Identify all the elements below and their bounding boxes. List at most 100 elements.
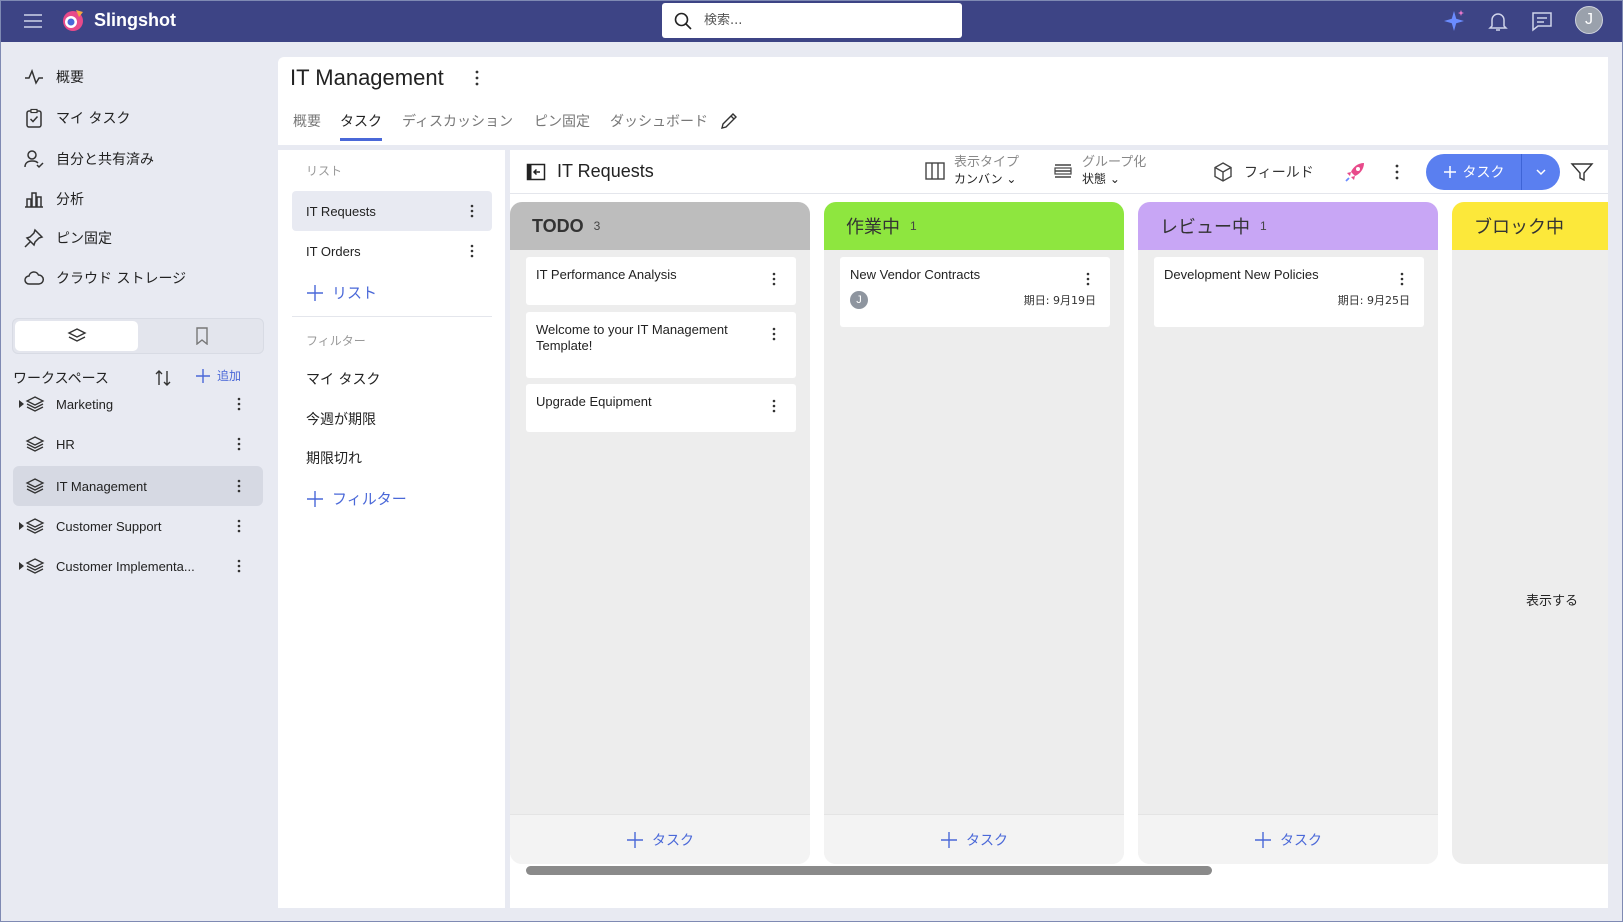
user-avatar[interactable]: J — [1575, 6, 1603, 34]
hamburger-menu-icon[interactable] — [22, 10, 44, 32]
search-input[interactable] — [704, 13, 924, 28]
plus-icon — [307, 490, 323, 507]
filter-item-overdue[interactable]: 期限切れ — [306, 448, 362, 468]
column-name: TODO — [532, 215, 584, 236]
divider — [292, 316, 492, 317]
more-vertical-icon[interactable] — [1388, 163, 1406, 181]
edit-pencil-icon[interactable] — [720, 112, 738, 130]
workspace-item-it-management[interactable]: IT Management — [13, 466, 263, 506]
top-bar: Slingshot J — [0, 0, 1623, 42]
workspace-layers-icon — [25, 558, 45, 574]
list-item-it-requests[interactable]: IT Requests — [292, 191, 492, 231]
tab-pinned[interactable]: ピン固定 — [534, 111, 590, 141]
more-vertical-icon[interactable] — [766, 326, 782, 342]
more-vertical-icon[interactable] — [231, 518, 247, 534]
add-filter-button[interactable]: フィルター — [306, 488, 407, 509]
nav-item-analytics[interactable]: 分析 — [24, 187, 84, 211]
filters-heading: フィルター — [306, 334, 366, 348]
group-rows-icon — [1054, 164, 1072, 178]
task-title: New Vendor Contracts — [850, 267, 981, 282]
rocket-icon[interactable] — [1342, 159, 1368, 185]
lists-heading: リスト — [306, 164, 343, 178]
filter-item-due-this-week[interactable]: 今週が期限 — [306, 409, 376, 429]
fields-button[interactable]: フィールド — [1212, 161, 1314, 183]
nav-label: ピン固定 — [56, 231, 112, 247]
assignee-avatar[interactable]: J — [850, 291, 868, 309]
nav-item-shared-with-me[interactable]: 自分と共有済み — [24, 147, 154, 171]
task-card[interactable]: New Vendor Contracts J 期日: 9月19日 — [840, 257, 1110, 327]
empty-column-message: 表示する — [1526, 594, 1579, 609]
column-add-task-label: タスク — [652, 832, 694, 849]
add-list-button[interactable]: リスト — [306, 282, 377, 303]
more-vertical-icon[interactable] — [231, 436, 247, 452]
column-header: TODO 3 — [510, 202, 810, 250]
more-vertical-icon[interactable] — [464, 243, 480, 259]
tab-overview[interactable]: 概要 — [293, 111, 321, 141]
more-vertical-icon[interactable] — [1080, 271, 1096, 287]
more-vertical-icon[interactable] — [1394, 271, 1410, 287]
tab-tasks[interactable]: タスク — [340, 111, 382, 141]
filter-item-my-tasks[interactable]: マイ タスク — [306, 369, 380, 389]
view-type-selector[interactable]: 表示タイプ カンバン ⌄ — [924, 154, 1019, 188]
bookmarks-tab[interactable] — [140, 319, 263, 353]
more-vertical-icon[interactable] — [766, 398, 782, 414]
filter-icon[interactable] — [1570, 160, 1594, 184]
more-vertical-icon[interactable] — [766, 271, 782, 287]
task-card[interactable]: Development New Policies 期日: 9月25日 — [1154, 257, 1424, 327]
activity-icon — [25, 68, 43, 85]
workspace-item-hr[interactable]: HR — [13, 424, 263, 464]
expand-caret-icon[interactable] — [19, 400, 24, 408]
notification-bell-icon[interactable] — [1486, 9, 1510, 33]
nav-item-cloud-storage[interactable]: クラウド ストレージ — [24, 266, 186, 290]
bookmark-icon — [195, 327, 208, 345]
collapse-panel-icon[interactable] — [526, 162, 546, 182]
add-workspace-button[interactable]: 追加 — [195, 367, 241, 384]
ai-sparkle-icon[interactable] — [1442, 9, 1466, 33]
add-task-button[interactable]: タスク — [1426, 154, 1522, 190]
workspace-label: Customer Implementa... — [56, 558, 195, 574]
more-vertical-icon[interactable] — [231, 396, 247, 412]
column-add-task-button[interactable]: タスク — [1138, 814, 1438, 864]
expand-caret-icon[interactable] — [19, 522, 24, 530]
workspaces-tab[interactable] — [15, 321, 138, 351]
workspace-layers-icon — [25, 396, 45, 412]
kanban-column-in-review: レビュー中 1 Development New Policies 期日: 9月2… — [1138, 202, 1438, 864]
nav-label: クラウド ストレージ — [56, 271, 187, 287]
workspace-item-customer-implementation[interactable]: Customer Implementa... — [13, 546, 263, 586]
chat-icon[interactable] — [1530, 9, 1554, 33]
sidebar: 概要 マイ タスク 自分と共有済み 分析 ピン固定 クラウド ストレージ ワーク… — [0, 42, 276, 922]
list-item-it-orders[interactable]: IT Orders — [292, 231, 492, 271]
more-vertical-icon[interactable] — [468, 69, 486, 87]
tab-dashboard[interactable]: ダッシュボード — [610, 111, 708, 141]
workspace-label: Marketing — [56, 396, 114, 412]
task-card[interactable]: Welcome to your IT Management Template! — [526, 312, 796, 378]
group-by-selector[interactable]: グループ化 状態 ⌄ — [1052, 154, 1146, 188]
app-logo[interactable]: Slingshot — [60, 7, 176, 33]
nav-item-overview[interactable]: 概要 — [24, 65, 84, 89]
workspace-item-marketing[interactable]: Marketing — [13, 384, 263, 424]
lists-panel: リスト IT Requests IT Orders リスト フィルター マイ タ… — [278, 150, 505, 908]
expand-caret-icon[interactable] — [19, 562, 24, 570]
column-header: ブロック中 — [1452, 202, 1608, 250]
tab-discussion[interactable]: ディスカッション — [402, 111, 513, 141]
due-date: 期日: 9月25日 — [1337, 294, 1410, 307]
column-add-task-button[interactable]: タスク — [824, 814, 1124, 864]
column-add-task-button[interactable]: タスク — [510, 814, 810, 864]
nav-item-my-tasks[interactable]: マイ タスク — [24, 106, 130, 130]
workspace-layers-icon — [25, 436, 45, 452]
task-card[interactable]: Upgrade Equipment — [526, 384, 796, 432]
add-task-label: タスク — [1462, 165, 1505, 181]
add-task-dropdown[interactable] — [1522, 165, 1560, 179]
kanban-column-todo: TODO 3 IT Performance Analysis Welcome t… — [510, 202, 810, 864]
workspace-item-customer-support[interactable]: Customer Support — [13, 506, 263, 546]
horizontal-scrollbar[interactable] — [526, 866, 1212, 875]
more-vertical-icon[interactable] — [231, 478, 247, 494]
search-box[interactable] — [662, 3, 962, 38]
layers-icon — [66, 328, 87, 342]
task-card[interactable]: IT Performance Analysis — [526, 257, 796, 305]
more-vertical-icon[interactable] — [231, 558, 247, 574]
nav-label: 自分と共有済み — [56, 152, 154, 168]
nav-item-pinned[interactable]: ピン固定 — [24, 226, 112, 250]
more-vertical-icon[interactable] — [464, 203, 480, 219]
card-footer: J 期日: 9月19日 — [850, 289, 1096, 311]
